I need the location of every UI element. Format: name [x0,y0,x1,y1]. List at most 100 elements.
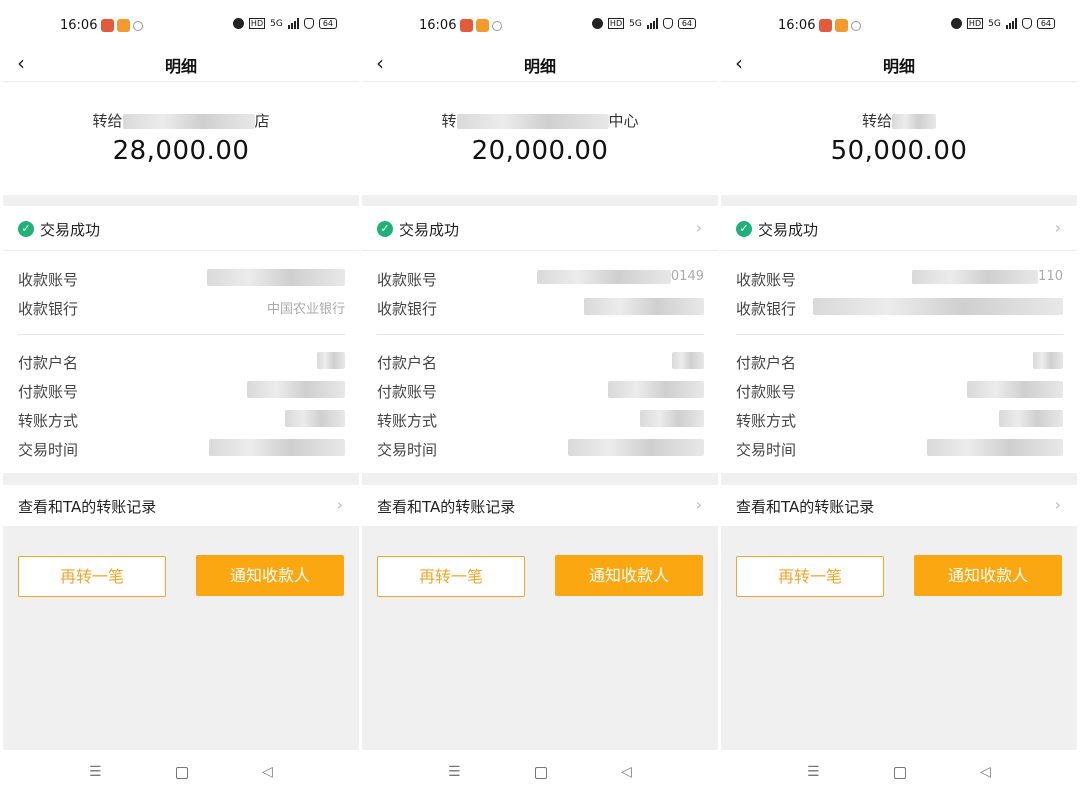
shield-icon [662,18,673,29]
alarm-icon [591,18,603,29]
back-nav-icon[interactable]: ◁ [262,764,273,780]
payee-prefix: 转给 [861,112,892,130]
chevron-right-icon: › [695,495,702,514]
transfer-amount: 50,000.00 [830,136,968,166]
transfer-method-label: 转账方式 [377,412,438,430]
page-title: 明细 [882,57,915,76]
status-right: HD 5G 64 [950,18,1055,29]
status-right: HD 5G 64 [591,18,696,29]
home-nav-icon[interactable] [894,767,906,779]
system-nav-bar: ☰ ◁ [3,750,359,797]
home-nav-icon[interactable] [176,767,188,779]
back-nav-icon[interactable]: ◁ [621,764,632,780]
redacted-payee [456,114,609,129]
time-label: 交易时间 [377,441,438,459]
amount-card: 转给 50,000.00 [721,82,1077,195]
status-time: 16:06 [60,18,98,33]
page-title: 明细 [523,57,556,76]
transfer-record-link[interactable]: 查看和TA的转账记录 › [362,485,718,526]
transfer-again-button[interactable]: 再转一笔 [18,556,166,597]
hd-icon: HD [966,18,984,29]
chevron-right-icon: › [1054,495,1061,514]
payer-name-value [1033,352,1063,369]
chevron-right-icon: › [336,495,343,514]
notification-icons [101,19,143,32]
phone-screen-1: 16:06 HD 5G 64 ‹ 明细 转给店 28,000.00 ✓ 交易成功… [3,0,359,797]
status-time: 16:06 [778,18,816,33]
divider [736,334,1063,335]
redacted-account [536,269,671,284]
transfer-amount: 20,000.00 [471,136,609,166]
payer-account-label: 付款账号 [377,383,438,401]
payer-name-row: 付款户名 [736,350,1063,372]
shield-icon [303,18,314,29]
payee-prefix: 转给 [92,112,123,130]
battery-icon: 64 [318,18,337,29]
payee-suffix: 中心 [608,112,639,130]
payer-name-value [672,352,704,369]
title-bar: ‹ 明细 [721,44,1077,82]
notify-payee-button[interactable]: 通知收款人 [196,555,344,596]
recv-bank-label: 收款银行 [377,300,438,318]
time-value [209,439,345,456]
record-link-label: 查看和TA的转账记录 [18,498,157,516]
time-value [568,439,704,456]
payer-account-row: 付款账号 [18,379,345,401]
recv-bank-label: 收款银行 [736,300,797,318]
status-right: HD 5G 64 [232,18,337,29]
time-value [927,439,1063,456]
recv-bank-row: 收款银行 [377,296,704,318]
recv-account-tail: 110 [1038,269,1063,284]
battery-icon: 64 [677,18,696,29]
chevron-right-icon: › [1054,218,1061,237]
payer-name-value [317,352,345,369]
record-link-label: 查看和TA的转账记录 [736,498,875,516]
home-nav-icon[interactable] [535,767,547,779]
network-label: 5G [270,18,283,29]
battery-icon: 64 [1036,18,1055,29]
payee-line: 转给 店 [3,110,359,131]
payer-account-label: 付款账号 [736,383,797,401]
phone-screen-2: 16:06 HD 5G 64 ‹ 明细 转中心 20,000.00 ✓ 交易成功… [362,0,718,797]
amount-card: 转 中心 20,000.00 [362,82,718,195]
app-notification-icon [851,21,861,31]
network-label: 5G [629,18,642,29]
detail-card: ✓ 交易成功 › 收款账号 0149 收款银行 付款户名 付款账号 转账方式 交… [362,206,718,473]
divider [377,334,704,335]
menu-nav-icon[interactable]: ☰ [89,764,102,780]
status-bar: 16:06 HD 5G 64 [3,0,359,44]
transfer-record-link[interactable]: 查看和TA的转账记录 › [721,485,1077,526]
menu-nav-icon[interactable]: ☰ [807,764,820,780]
back-nav-icon[interactable]: ◁ [980,764,991,780]
payee-line: 转 中心 [362,110,718,131]
transfer-method-label: 转账方式 [736,412,797,430]
notify-payee-button[interactable]: 通知收款人 [914,555,1062,596]
notify-payee-button[interactable]: 通知收款人 [555,555,703,596]
notification-icons [819,19,861,32]
app-notification-icon [476,19,489,32]
app-notification-icon [101,19,114,32]
payer-name-row: 付款户名 [377,350,704,372]
detail-card: ✓ 交易成功 › 收款账号 110 收款银行 付款户名 付款账号 转账方式 交易… [721,206,1077,473]
transaction-status-row[interactable]: ✓ 交易成功 › [362,206,718,251]
transaction-status-row[interactable]: ✓ 交易成功 › [721,206,1077,251]
recv-bank-value [813,298,1063,315]
transfer-method-value [285,410,345,427]
payee-prefix: 转 [441,112,457,130]
recv-account-value [207,269,345,286]
check-circle-icon: ✓ [18,221,34,237]
menu-nav-icon[interactable]: ☰ [448,764,461,780]
status-text: 交易成功 [758,221,819,239]
phone-screen-3: 16:06 HD 5G 64 ‹ 明细 转给 50,000.00 ✓ 交易成功 … [721,0,1077,797]
app-notification-icon [492,21,502,31]
payer-account-row: 付款账号 [377,379,704,401]
signal-icon [646,18,658,29]
transaction-time-row: 交易时间 [18,437,345,459]
title-bar: ‹ 明细 [362,44,718,82]
notification-icons [460,19,502,32]
transfer-again-button[interactable]: 再转一笔 [377,556,525,597]
transfer-again-button[interactable]: 再转一笔 [736,556,884,597]
transfer-record-link[interactable]: 查看和TA的转账记录 › [3,485,359,526]
transaction-status-row[interactable]: ✓ 交易成功 [3,206,359,251]
payer-account-label: 付款账号 [18,383,79,401]
